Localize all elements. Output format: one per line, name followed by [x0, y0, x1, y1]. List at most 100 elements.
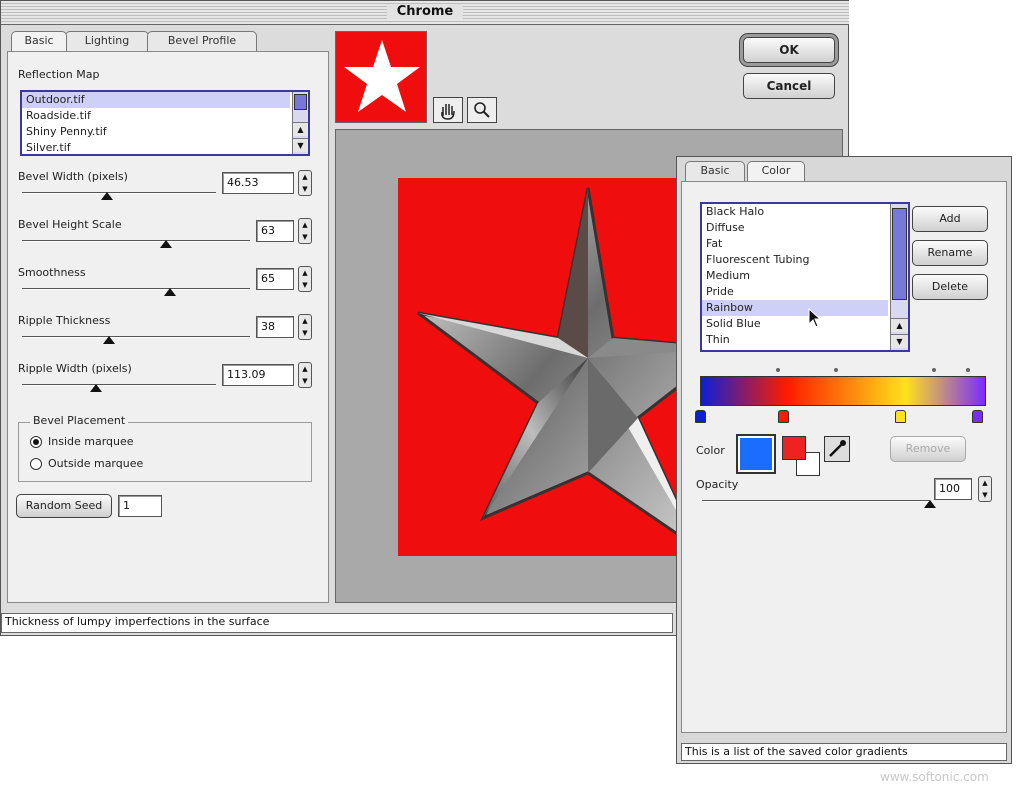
- tab-gradient-basic[interactable]: Basic: [685, 161, 745, 181]
- scroll-down-arrow[interactable]: ▼: [891, 334, 908, 348]
- opacity-stepper[interactable]: ▲ ▼: [978, 476, 992, 502]
- param-label: Ripple Thickness: [18, 314, 111, 327]
- param-slider-thumb[interactable]: [102, 336, 115, 344]
- color-stop-marker[interactable]: [972, 410, 984, 423]
- gradient-dialog: Basic Color Black Halo Diffuse Fat Fluoresc…: [676, 156, 1012, 764]
- zoom-tool-icon: [474, 102, 490, 118]
- param-value-field[interactable]: 38: [256, 316, 294, 338]
- preview-thumbnail[interactable]: [335, 31, 427, 123]
- param-slider[interactable]: [22, 240, 250, 242]
- gradient-list-item[interactable]: Fluorescent Tubing: [702, 252, 888, 268]
- gradient-list-item[interactable]: Pride: [702, 284, 888, 300]
- reflection-map-item[interactable]: Outdoor.tif: [22, 92, 290, 108]
- param-slider[interactable]: [22, 192, 216, 194]
- gradient-list-item[interactable]: Medium: [702, 268, 888, 284]
- preview-canvas: [398, 178, 688, 556]
- reflection-map-item[interactable]: Shiny Penny.tif: [22, 124, 290, 140]
- tab-lighting[interactable]: Lighting: [65, 31, 149, 51]
- scroll-down-arrow[interactable]: ▼: [293, 138, 308, 152]
- star-preview-icon: [344, 40, 420, 112]
- random-seed-field[interactable]: 1: [118, 495, 162, 517]
- param-value-field[interactable]: 113.09: [222, 364, 294, 386]
- color-stop-marker[interactable]: [777, 410, 789, 423]
- zoom-tool-button[interactable]: [467, 97, 497, 123]
- midpoint-marker[interactable]: [932, 368, 936, 372]
- param-value-field[interactable]: 63: [256, 220, 294, 242]
- param-stepper[interactable]: ▲ ▼: [298, 362, 312, 388]
- scroll-thumb[interactable]: [294, 94, 307, 110]
- ok-button[interactable]: OK: [743, 37, 835, 63]
- cancel-label: Cancel: [766, 79, 812, 93]
- tab-label: Basic: [700, 164, 730, 177]
- inside-marquee-radio[interactable]: [30, 436, 42, 448]
- param-slider[interactable]: [22, 384, 216, 386]
- bevel-placement-group: [18, 422, 312, 482]
- gradient-list-item[interactable]: Fat: [702, 236, 888, 252]
- cancel-button[interactable]: Cancel: [743, 73, 835, 99]
- param-slider[interactable]: [22, 288, 250, 290]
- opacity-label: Opacity: [696, 478, 739, 491]
- midpoint-marker[interactable]: [834, 368, 838, 372]
- midpoint-marker[interactable]: [966, 368, 970, 372]
- delete-button[interactable]: Delete: [912, 274, 988, 300]
- remove-label: Remove: [905, 442, 951, 455]
- list-scrollbar[interactable]: ▲ ▼: [292, 92, 308, 154]
- tab-label: Bevel Profile: [167, 34, 237, 47]
- gradient-list-item[interactable]: Solid Blue: [702, 316, 888, 332]
- opacity-slider-thumb[interactable]: [924, 500, 936, 508]
- color-label: Color: [696, 444, 725, 457]
- reflection-map-item[interactable]: Silver.tif: [22, 140, 290, 156]
- hand-tool-button[interactable]: [433, 97, 463, 123]
- reflection-map-list[interactable]: Outdoor.tif Roadside.tif Shiny Penny.tif Si…: [20, 90, 310, 156]
- param-value-field[interactable]: 46.53: [222, 172, 294, 194]
- param-stepper[interactable]: ▲ ▼: [298, 266, 312, 292]
- inside-marquee-label: Inside marquee: [48, 435, 134, 448]
- param-slider-thumb[interactable]: [101, 192, 114, 200]
- add-button[interactable]: Add: [912, 206, 988, 232]
- outside-marquee-radio[interactable]: [30, 458, 42, 470]
- param-value-field[interactable]: 65: [256, 268, 294, 290]
- color-stop-marker[interactable]: [695, 410, 706, 423]
- tab-label: Basic: [24, 34, 54, 47]
- ok-label: OK: [779, 43, 799, 57]
- gradient-list-item[interactable]: Diffuse: [702, 220, 888, 236]
- tab-label: Color: [761, 164, 791, 177]
- gradient-list-item[interactable]: Thin: [702, 332, 888, 348]
- rename-button[interactable]: Rename: [912, 240, 988, 266]
- scroll-up-arrow[interactable]: ▲: [293, 122, 308, 136]
- tab-basic[interactable]: Basic: [11, 31, 67, 51]
- param-stepper[interactable]: ▲ ▼: [298, 218, 312, 244]
- color-stop-marker[interactable]: [895, 410, 907, 423]
- midpoint-marker[interactable]: [776, 368, 780, 372]
- eyedropper-button[interactable]: [824, 436, 850, 462]
- param-stepper[interactable]: ▲ ▼: [298, 314, 312, 340]
- opacity-field[interactable]: 100: [934, 478, 972, 500]
- window-title: Chrome: [386, 4, 464, 19]
- gradient-list-item[interactable]: Black Halo: [702, 204, 888, 220]
- tab-bevel-profile[interactable]: Bevel Profile: [147, 31, 257, 51]
- outside-marquee-label: Outside marquee: [48, 457, 144, 470]
- reflection-map-label: Reflection Map: [18, 68, 100, 81]
- gradient-scroll-thumb[interactable]: [892, 208, 907, 300]
- gradient-list-scrollbar[interactable]: ▲ ▼: [890, 204, 908, 350]
- tab-gradient-color[interactable]: Color: [747, 161, 805, 181]
- bevel-placement-label: Bevel Placement: [30, 414, 129, 427]
- param-slider[interactable]: [22, 336, 250, 338]
- param-slider-thumb[interactable]: [164, 288, 177, 296]
- color-swatch[interactable]: [736, 434, 776, 474]
- param-stepper[interactable]: ▲ ▼: [298, 170, 312, 196]
- gradient-list-item[interactable]: Rainbow: [702, 300, 888, 316]
- scroll-up-arrow[interactable]: ▲: [891, 318, 908, 332]
- gradient-bar[interactable]: [700, 376, 986, 406]
- opacity-slider[interactable]: [702, 500, 930, 502]
- foreground-color-swatch[interactable]: [782, 436, 806, 460]
- param-slider-thumb[interactable]: [89, 384, 102, 392]
- reflection-map-item[interactable]: Roadside.tif: [22, 108, 290, 124]
- status-bar: Thickness of lumpy imperfections in the …: [1, 613, 673, 633]
- random-seed-button[interactable]: Random Seed: [16, 494, 112, 518]
- color-panel: Black Halo Diffuse Fat Fluorescent Tubing Me…: [681, 181, 1007, 733]
- gradient-list[interactable]: Black Halo Diffuse Fat Fluorescent Tubing Me…: [700, 202, 910, 352]
- param-slider-thumb[interactable]: [159, 240, 172, 248]
- title-bar[interactable]: Chrome: [1, 1, 849, 25]
- param-label: Bevel Height Scale: [18, 218, 122, 231]
